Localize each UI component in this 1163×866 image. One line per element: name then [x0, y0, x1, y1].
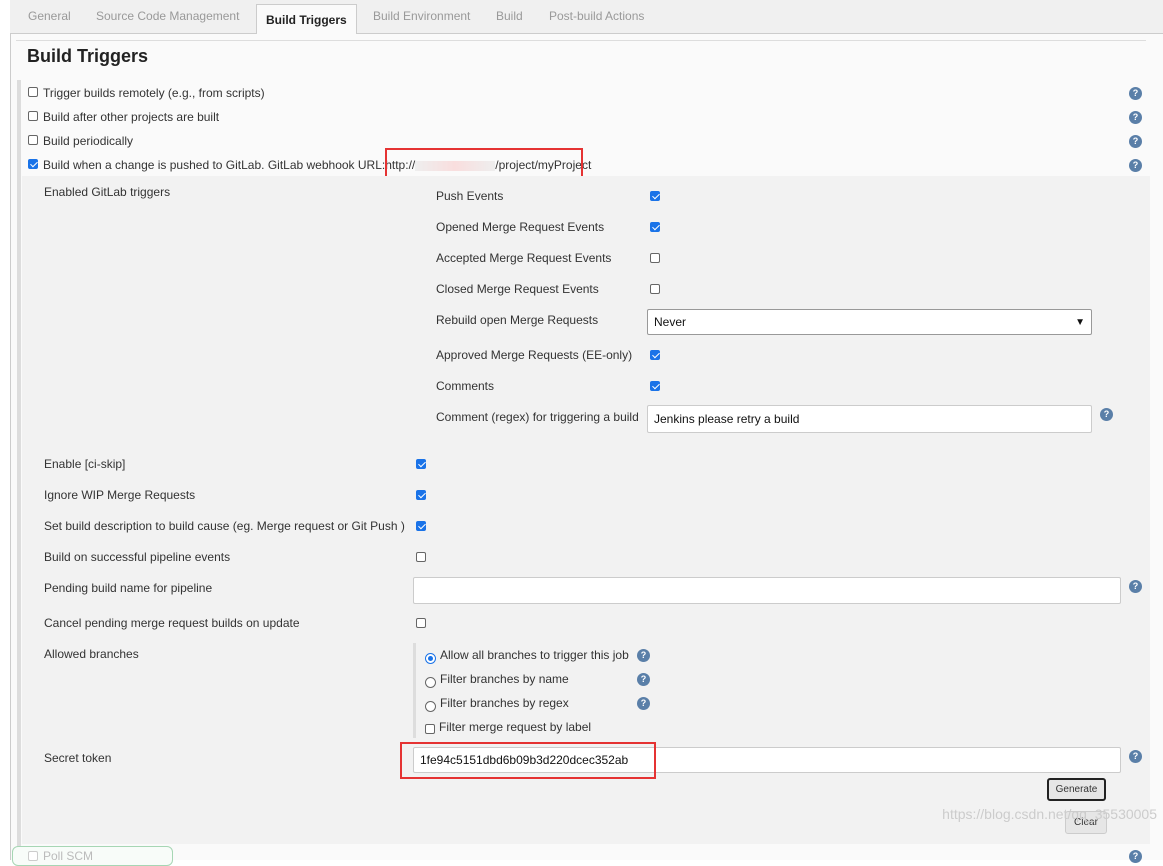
- opened-mr-label: Opened Merge Request Events: [436, 220, 605, 234]
- help-icon[interactable]: ?: [637, 697, 650, 710]
- help-icon[interactable]: ?: [1129, 135, 1142, 148]
- help-icon[interactable]: ?: [1129, 87, 1142, 100]
- gitlab-trigger-text: Build when a change is pushed to GitLab.…: [43, 158, 386, 172]
- ci-skip-checkbox[interactable]: [416, 459, 426, 469]
- filter-by-name-radio[interactable]: [425, 677, 436, 688]
- help-icon[interactable]: ?: [1129, 580, 1142, 593]
- allowed-branches-label: Allowed branches: [44, 647, 139, 661]
- ci-skip-label: Enable [ci-skip]: [44, 457, 126, 471]
- build-description-label: Set build description to build cause (eg…: [44, 519, 405, 533]
- poll-scm-label: Poll SCM: [43, 849, 94, 863]
- allow-all-branches-radio[interactable]: [425, 653, 436, 664]
- branches-bar: [413, 643, 416, 738]
- approved-mr-label: Approved Merge Requests (EE-only): [436, 348, 633, 362]
- tab-build[interactable]: Build: [496, 9, 523, 23]
- cancel-pending-label: Cancel pending merge request builds on u…: [44, 616, 300, 630]
- ignore-wip-label: Ignore WIP Merge Requests: [44, 488, 196, 502]
- filter-by-regex-label: Filter branches by regex: [440, 696, 569, 710]
- filter-label-label: Filter merge request by label: [439, 720, 592, 734]
- trigger-remote-checkbox[interactable]: [28, 87, 38, 97]
- pipeline-events-checkbox[interactable]: [416, 552, 426, 562]
- tab-bar: General Source Code Management Build Tri…: [10, 0, 1163, 35]
- trigger-remote-label: Trigger builds remotely (e.g., from scri…: [43, 86, 265, 100]
- tab-build-triggers[interactable]: Build Triggers: [256, 4, 357, 35]
- filter-by-name-label: Filter branches by name: [440, 672, 569, 686]
- accepted-mr-checkbox[interactable]: [650, 253, 660, 263]
- approved-mr-checkbox[interactable]: [650, 350, 660, 360]
- tab-source-code-management[interactable]: Source Code Management: [96, 9, 239, 23]
- tab-general[interactable]: General: [28, 9, 71, 23]
- allow-all-branches-label: Allow all branches to trigger this job: [440, 648, 629, 662]
- help-icon[interactable]: ?: [1129, 111, 1142, 124]
- help-icon[interactable]: ?: [637, 673, 650, 686]
- tab-build-environment[interactable]: Build Environment: [373, 9, 470, 23]
- filter-by-regex-radio[interactable]: [425, 701, 436, 712]
- build-periodically-checkbox[interactable]: [28, 135, 38, 145]
- rebuild-select[interactable]: Never ▼: [647, 309, 1092, 335]
- pipeline-events-label: Build on successful pipeline events: [44, 550, 231, 564]
- build-periodically-label: Build periodically: [43, 134, 134, 148]
- rebuild-select-value: Never: [654, 315, 687, 329]
- secret-token-label: Secret token: [44, 751, 112, 765]
- push-events-checkbox[interactable]: [650, 191, 660, 201]
- accepted-mr-label: Accepted Merge Request Events: [436, 251, 612, 265]
- section-bar: [17, 80, 21, 860]
- rebuild-label: Rebuild open Merge Requests: [436, 313, 599, 327]
- build-description-checkbox[interactable]: [416, 521, 426, 531]
- divider: [16, 40, 1146, 41]
- build-after-label: Build after other projects are built: [43, 110, 220, 124]
- filter-label-checkbox[interactable]: [425, 724, 435, 734]
- page-title: Build Triggers: [27, 46, 149, 66]
- highlight-box: [385, 148, 583, 179]
- comments-checkbox[interactable]: [650, 381, 660, 391]
- help-icon[interactable]: ?: [637, 649, 650, 662]
- generate-button[interactable]: Generate: [1047, 778, 1106, 801]
- chevron-down-icon: ▼: [1075, 316, 1085, 328]
- cancel-pending-checkbox[interactable]: [416, 618, 426, 628]
- ignore-wip-checkbox[interactable]: [416, 490, 426, 500]
- push-events-label: Push Events: [436, 189, 504, 203]
- pending-build-input[interactable]: [413, 577, 1121, 604]
- help-icon[interactable]: ?: [1129, 750, 1142, 763]
- tab-post-build-actions[interactable]: Post-build Actions: [549, 9, 644, 23]
- help-icon[interactable]: ?: [1129, 159, 1142, 172]
- comment-regex-input[interactable]: Jenkins please retry a build: [647, 405, 1092, 433]
- closed-mr-checkbox[interactable]: [650, 284, 660, 294]
- highlight-box: [400, 742, 656, 779]
- pending-build-label: Pending build name for pipeline: [44, 581, 213, 595]
- closed-mr-label: Closed Merge Request Events: [436, 282, 599, 296]
- gitlab-trigger-checkbox[interactable]: [28, 159, 38, 169]
- help-icon[interactable]: ?: [1129, 850, 1142, 863]
- enabled-triggers-label: Enabled GitLab triggers: [44, 185, 171, 199]
- comment-regex-label: Comment (regex) for triggering a build: [436, 410, 639, 424]
- watermark: https://blog.csdn.net/qq_35530005: [942, 806, 1157, 822]
- comments-label: Comments: [436, 379, 495, 393]
- build-after-checkbox[interactable]: [28, 111, 38, 121]
- opened-mr-checkbox[interactable]: [650, 222, 660, 232]
- help-icon[interactable]: ?: [1100, 408, 1113, 421]
